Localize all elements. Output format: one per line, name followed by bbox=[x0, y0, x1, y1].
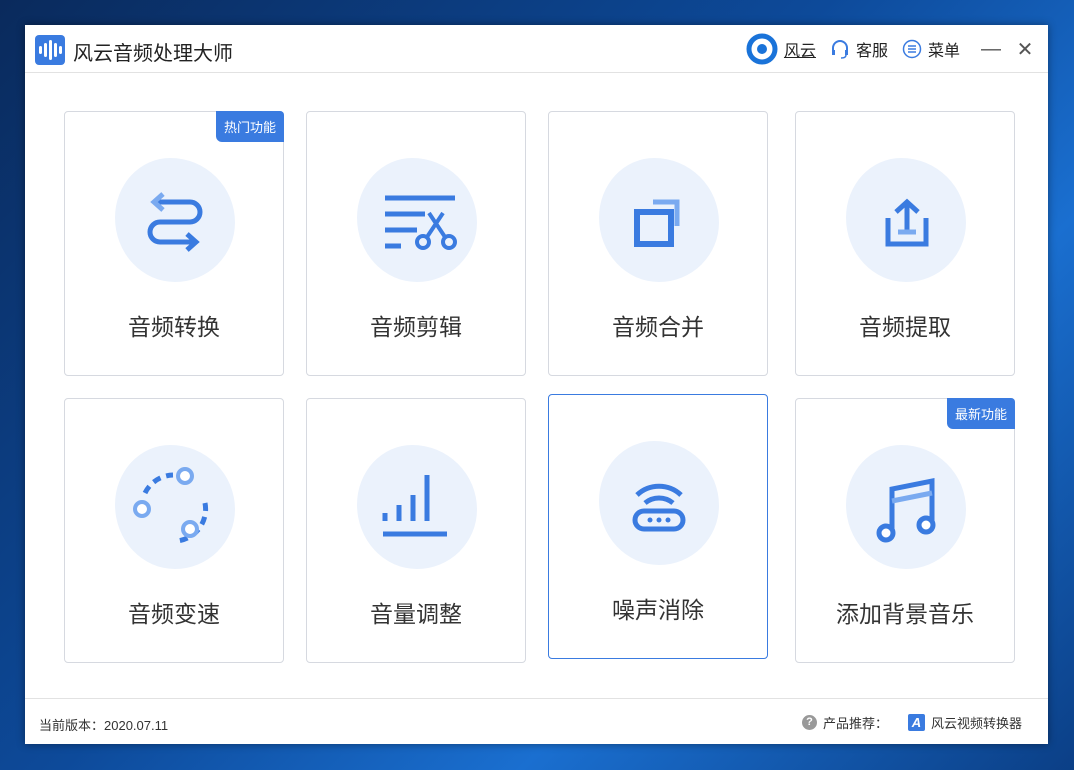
feature-card-2[interactable]: 音频剪辑 bbox=[306, 111, 526, 376]
menu-button[interactable]: 菜单 bbox=[902, 37, 960, 61]
convert-icon bbox=[125, 174, 225, 274]
feature-card-5[interactable]: 音频变速 bbox=[64, 398, 284, 663]
music-icon bbox=[856, 461, 956, 561]
feature-label: 音频变速 bbox=[65, 595, 283, 629]
merge-icon bbox=[609, 174, 709, 274]
menu-label: 菜单 bbox=[928, 37, 960, 61]
brand-label: 风云 bbox=[784, 37, 816, 61]
feature-label: 音频合并 bbox=[549, 308, 767, 342]
feature-label: 添加背景音乐 bbox=[796, 595, 1014, 629]
headset-icon bbox=[830, 39, 850, 59]
product-logo-icon: A bbox=[908, 714, 925, 731]
feature-label: 音频提取 bbox=[796, 308, 1014, 342]
title-bar: 风云音频处理大师 风云 客服 菜单 — ✕ bbox=[25, 25, 1048, 73]
extract-icon bbox=[856, 174, 956, 274]
minimize-button[interactable]: — bbox=[974, 38, 1008, 61]
feature-card-6[interactable]: 音量调整 bbox=[306, 398, 526, 663]
menu-icon bbox=[902, 39, 922, 59]
brand-button[interactable]: 风云 bbox=[746, 33, 816, 65]
brand-logo-icon bbox=[746, 33, 778, 65]
app-logo-icon bbox=[35, 35, 65, 65]
version-text: 当前版本：2020.07.11 bbox=[39, 715, 168, 734]
service-button[interactable]: 客服 bbox=[830, 37, 888, 61]
cut-icon bbox=[367, 174, 467, 274]
feature-card-7[interactable]: 噪声消除 bbox=[548, 394, 768, 659]
feature-label: 音量调整 bbox=[307, 595, 525, 629]
speed-icon bbox=[125, 461, 225, 561]
close-button[interactable]: ✕ bbox=[1008, 37, 1042, 62]
help-icon[interactable]: ? bbox=[802, 715, 817, 730]
app-title: 风云音频处理大师 bbox=[73, 37, 233, 66]
footer: 当前版本：2020.07.11 ? 产品推荐： A 风云视频转换器 bbox=[25, 698, 1048, 744]
feature-card-8[interactable]: 添加背景音乐 最新功能 bbox=[795, 398, 1015, 663]
feature-badge: 热门功能 bbox=[216, 111, 284, 142]
app-window: 风云音频处理大师 风云 客服 菜单 — ✕ 音频转换 热门功能 音频剪辑 音频合并… bbox=[25, 25, 1048, 744]
recommend-product-link[interactable]: 风云视频转换器 bbox=[931, 713, 1022, 732]
recommend-label: 产品推荐： bbox=[823, 713, 888, 732]
volume-icon bbox=[367, 461, 467, 561]
feature-label: 噪声消除 bbox=[549, 591, 767, 625]
feature-badge: 最新功能 bbox=[947, 398, 1015, 429]
feature-label: 音频转换 bbox=[65, 308, 283, 342]
noise-icon bbox=[609, 457, 709, 557]
feature-card-1[interactable]: 音频转换 热门功能 bbox=[64, 111, 284, 376]
feature-label: 音频剪辑 bbox=[307, 308, 525, 342]
feature-card-3[interactable]: 音频合并 bbox=[548, 111, 768, 376]
service-label: 客服 bbox=[856, 37, 888, 61]
feature-card-4[interactable]: 音频提取 bbox=[795, 111, 1015, 376]
